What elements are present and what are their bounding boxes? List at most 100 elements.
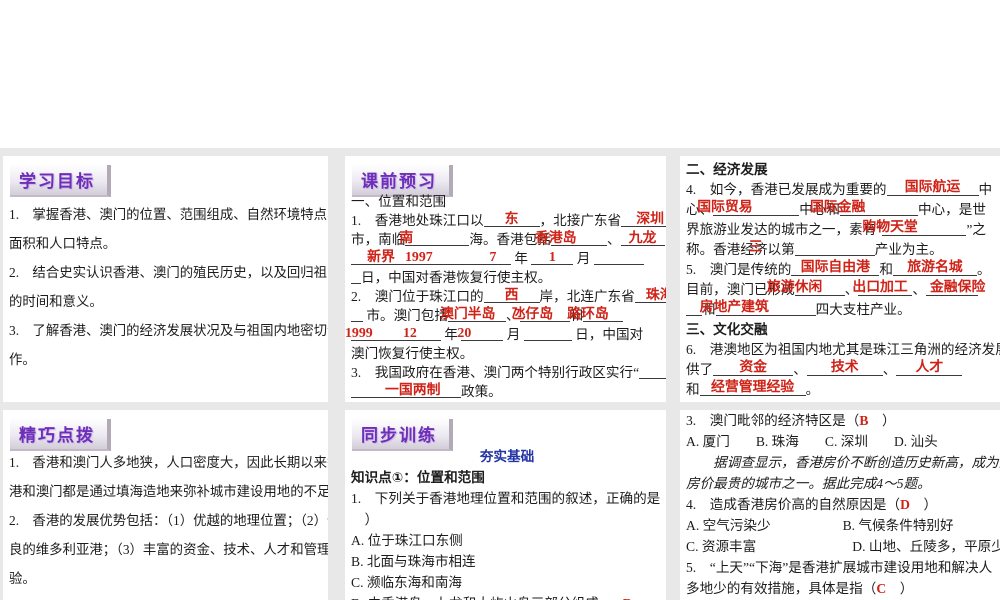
text-span: 、 [912,282,926,297]
text-span: 一、位置和范围 [351,194,447,209]
answer-text: 九龙 [628,231,657,246]
panel-learning-goals: 学习目标 1. 掌握香港、澳门的位置、范围组成、自然环境特点、 面积和人口特点。 2… [3,156,328,402]
text-span: 三、文化交融 [686,322,768,337]
fill-in-blank [351,308,363,322]
answer-letter: D [900,497,910,512]
text-line: 5. “上天”“下海”是香港扩展城市建设用地和解决人 [686,557,997,578]
header-row: 同步训练 [345,410,666,451]
text-span: 2. 结合史实认识香港、澳门的殖民历史，以及回归祖国 [9,265,328,280]
text-span: B. 珠海 [755,434,799,449]
text-line: 2. 澳门位于珠江口的 西 岸，北连广东省珠海 [351,287,666,306]
answer-text: 一国两制 [385,383,441,398]
fill-in-blank: 出口加工 [852,280,913,296]
fill-in-blank: 澳门半岛 [440,307,506,322]
text-span: 房价最贵的城市之一。据此完成4～5题。 [686,476,931,491]
text-line: 作。 [9,345,325,374]
text-span: 5. 澳门是传统的 [686,262,792,277]
answer-text: 旅游名城 [907,260,963,275]
text-line: A. 位于珠江口东侧 [351,530,663,551]
text-line: 和房地产建筑 四大支柱产业。 [686,300,997,320]
text-line: 3. 澳门毗邻的经济特区是（B ） [686,410,997,431]
text-line: A. 空气污染少 B. 气候条件特别好 [686,515,997,536]
text-span: 多地少的有效措施，具体是指（ [686,581,877,596]
answer-text: 1999 [345,326,373,341]
text-line: 4. 如今，香港已发展成为重要的 国际航运 中 [686,180,997,200]
text-span: 月 [503,327,524,342]
text-span: 称。香港经济以第 [686,242,795,257]
text-span: C. 资源丰富 [686,539,757,554]
answer-text: 国际贸易 [697,200,753,215]
clever-tips-header: 精巧点拨 [10,419,111,451]
panel-preclass-preview: 课前预习 一、位置和范围 1. 香港地处珠江口以东，北接广东省 深圳 市，南临南海。香… [345,156,666,402]
text-span: 1. 下列关于香港地理位置和范围的叙述，正确的是（ [351,491,666,506]
text-span: 、 [793,362,807,377]
answer-text: 1997 [405,250,433,265]
text-line: 房价最贵的城市之一。据此完成4～5题。 [686,473,997,494]
text-span: 市。澳门包括 [363,308,448,323]
fill-in-blank [523,327,572,341]
fill-in-blank: 房地产建筑 [700,300,816,316]
panel-economic-development: 二、经济发展 4. 如今，香港已发展成为重要的 国际航运中心、 国际贸易 中心和 国际金融… [680,156,1000,402]
fill-in-blank: 香港岛 [535,231,607,246]
text-span: 日，中国对香港恢复行使主权。 [361,270,552,285]
answer-text: 东 [504,212,519,227]
preclass-preview-body: 一、位置和范围 1. 香港地处珠江口以东，北接广东省 深圳 市，南临南海。香港包括 香港… [345,192,666,401]
fill-in-blank: 路环岛 [567,307,624,322]
fill-in-blank: 深圳 [621,212,666,227]
text-line: 良的维多利亚港；（3）丰富的资金、技术、人才和管理经 [9,535,328,564]
text-line: 二、经济发展 [686,160,997,180]
fill-in-blank: 国际金融 [810,200,918,216]
fill-in-blank: 旅游名城 [892,260,977,276]
text-span: 知识点①：位置和范围 [351,470,485,485]
text-line: C. 濒临东海和南海 [351,572,663,593]
text-span: 岸，北连广东省 [539,289,635,304]
text-span: 年 [511,251,532,266]
text-span: 日，中国对 [571,327,644,342]
text-span: ） [351,512,379,527]
fill-in-blank: 金融保险 [925,280,985,296]
text-span: A. 空气污染少 [686,518,771,533]
answer-text: 出口加工 [852,280,908,295]
text-span: 4. 造成香港房价高的自然原因是（ [686,497,901,512]
text-span: D. 山地、丘陵多，平原少 [852,539,1000,554]
text-line: 日，中国对香港恢复行使主权。 [351,268,663,287]
learning-goals-body: 1. 掌握香港、澳门的位置、范围组成、自然环境特点、 面积和人口特点。 2. 结合史… [3,192,328,374]
text-line: 1. 下列关于香港地理位置和范围的叙述，正确的是（A [351,488,666,509]
fill-in-blank: 资金 [713,360,794,376]
text-line: D. 由香港岛、九龙和大屿山岛三部分组成 B [351,593,663,600]
economic-development-body: 二、经济发展 4. 如今，香港已发展成为重要的 国际航运中心、 国际贸易 中心和 国际金融… [680,156,1000,400]
text-line: 一国两制 政策。 [351,382,663,401]
text-span: 月 [573,251,594,266]
text-span: 港和澳门都是通过填海造地来弥补城市建设用地的不足。 [9,484,328,499]
fill-in-blank: 国际贸易 [697,200,800,216]
text-line: 三、文化交融 [686,320,997,340]
text-span: ，北接广东省 [539,213,622,228]
text-span: 1. 掌握香港、澳门的位置、范围组成、自然环境特点、 [9,207,328,222]
text-line: 6. 港澳地区为祖国内地尤其是珠江三角洲的经济发展提 [686,340,1000,360]
text-span: 据调查显示，香港房价不断创造历史新高，成为全球 [686,455,1000,470]
panel-clever-tips: 精巧点拨 1. 香港和澳门人多地狭，人口密度大，因此长期以来香 港和澳门都是通过填… [3,410,328,600]
text-span: ） [868,413,896,428]
text-span: 面积和人口特点。 [9,236,117,251]
text-span: 、 [606,232,621,247]
answer-letter: B [623,596,632,600]
answer-text: 国际航运 [904,180,961,195]
text-span: 中心，是世 [917,202,986,217]
fill-in-blank: 一国两制 [351,383,461,398]
answer-text: 房地产建筑 [699,300,769,315]
fill-in-blank: 1 [531,250,574,265]
text-span: 夯实基础 [479,449,535,464]
text-span: 市，南临 [351,232,406,247]
text-span: 4. 如今，香港已发展成为重要的 [686,182,887,197]
fill-in-blank: 西 [483,288,540,303]
fill-in-blank: 20 [457,326,504,341]
fill-in-blank [593,251,644,265]
text-span: 3. 我国政府在香港、澳门两个特别行政区实行“ [351,365,640,380]
text-span: 产业为主。 [874,242,943,257]
text-line: 界旅游业发达的城市之一，素有“ 购物天堂 ”之 [686,220,997,240]
text-line: 目前，澳门已形成 旅游休闲、出口加工、金融保险 [686,280,997,300]
answer-text: 三 [748,240,763,255]
text-span: D. 汕头 [893,434,938,449]
answer-text: 香港岛 [534,231,577,246]
slide-page: { "colors":{"answer_red":"#cf2318","head… [0,0,1000,600]
